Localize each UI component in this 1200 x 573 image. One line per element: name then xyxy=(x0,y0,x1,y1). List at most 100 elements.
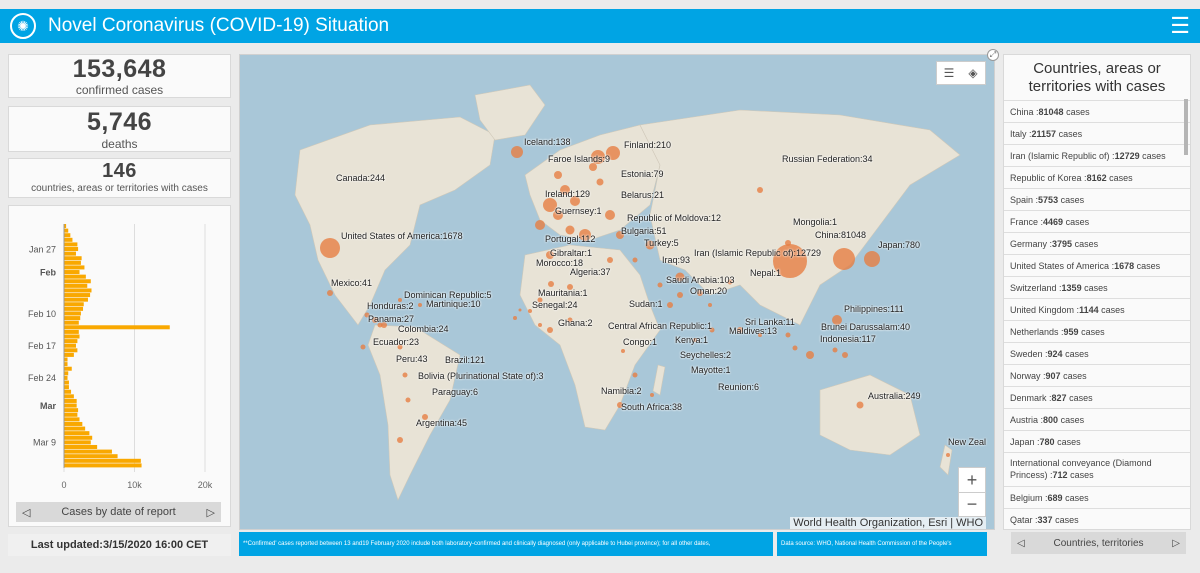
chart-bar[interactable] xyxy=(64,435,93,440)
case-bubble[interactable] xyxy=(538,323,542,327)
chart-bar[interactable] xyxy=(64,306,84,311)
chart-bar[interactable] xyxy=(64,228,69,233)
chart-bar[interactable] xyxy=(64,251,76,256)
chart-bar[interactable] xyxy=(64,458,141,463)
chart-bar[interactable] xyxy=(64,454,118,459)
case-bubble[interactable] xyxy=(535,220,545,230)
country-list-item[interactable]: Denmark :827 cases xyxy=(1004,386,1190,408)
case-bubble[interactable] xyxy=(946,453,950,457)
country-list-item[interactable]: Norway :907 cases xyxy=(1004,364,1190,386)
country-list-item[interactable]: Japan :780 cases xyxy=(1004,430,1190,452)
case-bubble[interactable] xyxy=(547,327,553,333)
chart-bar[interactable] xyxy=(64,366,72,371)
chart-bar[interactable] xyxy=(64,348,78,353)
chart-bar[interactable] xyxy=(64,412,78,417)
triangle-left-icon[interactable]: ◁ xyxy=(22,506,30,519)
case-bubble[interactable] xyxy=(842,352,848,358)
case-bubble[interactable] xyxy=(806,351,814,359)
zoom-out-button[interactable]: − xyxy=(959,492,985,516)
chart-bar[interactable] xyxy=(64,274,86,279)
chart-bar[interactable] xyxy=(64,417,80,422)
case-bubble[interactable] xyxy=(605,210,615,220)
case-bubble[interactable] xyxy=(832,347,838,353)
case-bubble[interactable] xyxy=(621,349,625,353)
chart-bar[interactable] xyxy=(64,339,78,344)
chart-bar[interactable] xyxy=(64,233,71,238)
chart-bar[interactable] xyxy=(64,256,82,261)
chart-bar[interactable] xyxy=(64,444,98,449)
chart-bar[interactable] xyxy=(64,334,80,339)
chart-bar[interactable] xyxy=(64,270,80,275)
chart-bar[interactable] xyxy=(64,408,79,413)
case-bubble[interactable] xyxy=(607,257,613,263)
case-bubble[interactable] xyxy=(650,393,654,397)
chart-bar[interactable] xyxy=(64,380,69,385)
case-bubble[interactable] xyxy=(677,292,683,298)
scrollbar[interactable] xyxy=(1184,99,1188,155)
case-bubble[interactable] xyxy=(360,344,366,350)
case-bubble[interactable] xyxy=(792,345,798,351)
chart-bar[interactable] xyxy=(64,431,90,436)
country-list-item[interactable]: Iran (Islamic Republic of) :12729 cases xyxy=(1004,144,1190,166)
chart-bar[interactable] xyxy=(64,440,91,445)
country-list-item[interactable]: Germany :3795 cases xyxy=(1004,232,1190,254)
chart-bar[interactable] xyxy=(64,449,112,454)
chart-bar[interactable] xyxy=(64,325,170,330)
chart-bar[interactable] xyxy=(64,352,74,357)
country-list-item[interactable]: Austria :800 cases xyxy=(1004,408,1190,430)
chart-bar[interactable] xyxy=(64,329,79,334)
case-bubble[interactable] xyxy=(589,163,597,171)
triangle-right-icon[interactable]: ▷ xyxy=(1172,538,1180,549)
case-bubble[interactable] xyxy=(632,257,638,263)
case-bubble[interactable] xyxy=(511,146,523,158)
case-bubble[interactable] xyxy=(833,248,855,270)
country-list-item[interactable]: France :4469 cases xyxy=(1004,210,1190,232)
country-list-item[interactable]: Republic of Korea :8162 cases xyxy=(1004,166,1190,188)
chart-bar[interactable] xyxy=(64,260,81,265)
chart-bar[interactable] xyxy=(64,316,81,321)
country-list-item[interactable]: Spain :5753 cases xyxy=(1004,188,1190,210)
hamburger-menu-icon[interactable]: ☰ xyxy=(1170,13,1190,39)
country-list-item[interactable]: International conveyance (Diamond Prince… xyxy=(1004,452,1190,486)
chart-bar[interactable] xyxy=(64,288,92,293)
chart-bar[interactable] xyxy=(64,375,68,380)
chart-bar[interactable] xyxy=(64,385,69,390)
case-bubble[interactable] xyxy=(785,332,791,338)
chart-bar[interactable] xyxy=(64,421,83,426)
chart-bar[interactable] xyxy=(64,237,73,242)
chart-bar[interactable] xyxy=(64,265,85,270)
country-list-item[interactable]: Netherlands :959 cases xyxy=(1004,320,1190,342)
world-map[interactable]: Iceland:138 Finland:210 Faroe Islands:9 Rus… xyxy=(239,54,995,530)
chart-bar[interactable] xyxy=(64,302,84,307)
country-list-item[interactable]: Switzerland :1359 cases xyxy=(1004,276,1190,298)
case-bubble[interactable] xyxy=(513,316,517,320)
case-bubble[interactable] xyxy=(667,302,673,308)
triangle-right-icon[interactable]: ▷ xyxy=(207,506,215,519)
chart-bar[interactable] xyxy=(64,463,142,468)
chart-bar[interactable] xyxy=(64,426,86,431)
case-bubble[interactable] xyxy=(402,372,408,378)
chart-bar[interactable] xyxy=(64,279,91,284)
chart-bar[interactable] xyxy=(64,371,69,376)
country-list-item[interactable]: Italy :21157 cases xyxy=(1004,122,1190,144)
case-bubble[interactable] xyxy=(518,308,522,312)
case-bubble[interactable] xyxy=(327,290,333,296)
triangle-left-icon[interactable]: ◁ xyxy=(1017,538,1025,549)
country-list-item[interactable]: United Kingdom :1144 cases xyxy=(1004,298,1190,320)
case-bubble[interactable] xyxy=(554,171,562,179)
chart-bar[interactable] xyxy=(64,403,77,408)
chart-bar[interactable] xyxy=(64,320,79,325)
case-bubble[interactable] xyxy=(785,240,791,246)
case-bubble[interactable] xyxy=(548,281,554,287)
case-bubble[interactable] xyxy=(864,251,880,267)
chart-bar[interactable] xyxy=(64,247,79,252)
chart-bar[interactable] xyxy=(64,311,81,316)
zoom-in-button[interactable]: + xyxy=(959,468,985,492)
chart-bar[interactable] xyxy=(64,357,68,362)
chart-bar[interactable] xyxy=(64,362,68,367)
country-list-item[interactable]: Qatar :337 cases xyxy=(1004,508,1190,529)
case-bubble[interactable] xyxy=(708,303,712,307)
chart-bar[interactable] xyxy=(64,394,74,399)
case-bubble[interactable] xyxy=(397,437,403,443)
country-list-item[interactable]: Belgium :689 cases xyxy=(1004,486,1190,508)
